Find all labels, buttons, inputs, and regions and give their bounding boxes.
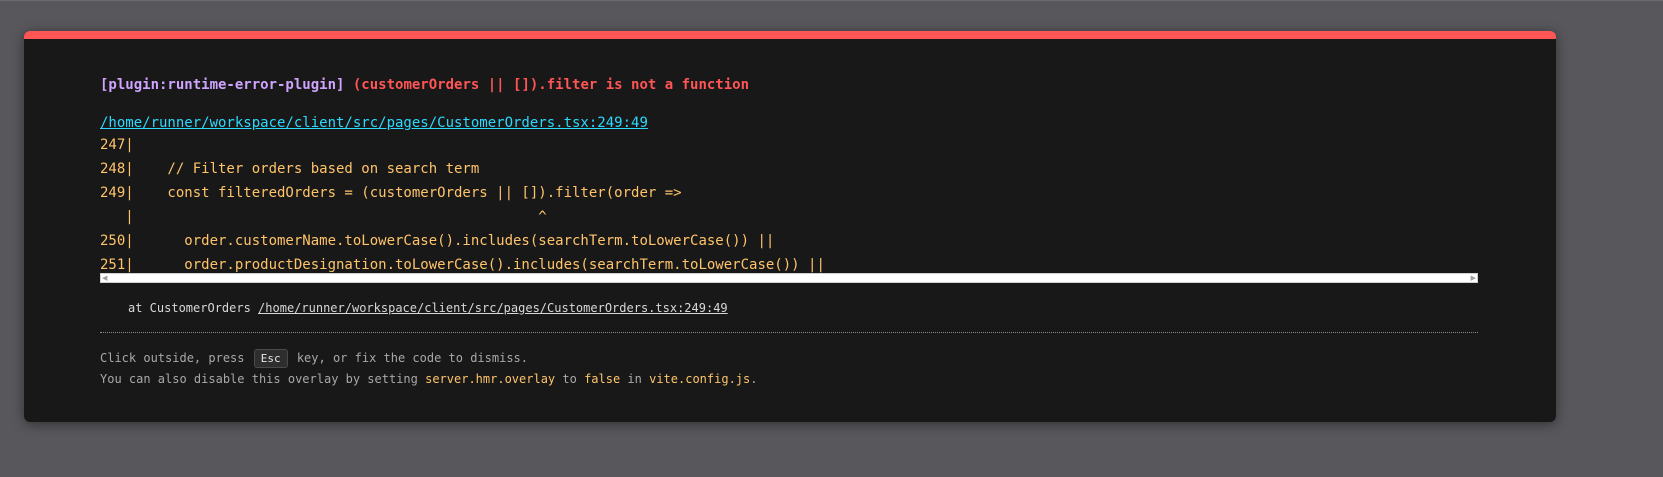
code-line-250: 250| order.customerName.toLowerCase().in… [100,233,775,249]
hmr-setting-code: server.hmr.overlay [425,372,556,386]
stack-prefix: at CustomerOrders [128,301,259,315]
code-line-248: 248| // Filter orders based on search te… [100,161,480,177]
stack-trace: at CustomerOrders /home/runner/workspace… [128,301,728,315]
divider [100,332,1478,333]
dismiss-tip-text-b: key, or fix the code to dismiss. [289,351,529,365]
code-line-249: 249| const filteredOrders = (customerOrd… [100,185,682,201]
code-line-caret: | ^ [100,209,547,225]
disable-tip-text-c: in [620,372,650,386]
code-line-247: 247| [100,137,134,153]
config-file-code: vite.config.js [649,372,751,386]
esc-key-badge: Esc [253,349,288,368]
code-frame-scrollbar[interactable]: ◀ ▶ [100,273,1478,283]
scroll-left-arrow-icon[interactable]: ◀ [102,274,107,282]
disable-tip-text-b: to [555,372,585,386]
code-frame: 247| 248| // Filter orders based on sear… [100,133,1478,277]
stack-file-link[interactable]: /home/runner/workspace/client/src/pages/… [258,301,728,315]
disable-tip-text-a: You can also disable this overlay by set… [100,372,426,386]
false-value-code: false [584,372,621,386]
disable-overlay-tip: You can also disable this overlay by set… [100,372,757,386]
dismiss-tip: Click outside, press Esc key, or fix the… [100,349,528,368]
error-message: [plugin:runtime-error-plugin] (customerO… [100,77,749,93]
disable-tip-text-d: . [750,372,758,386]
dismiss-tip-text-a: Click outside, press [100,351,252,365]
backdrop-top-border [0,0,1663,1]
error-text: (customerOrders || []).filter is not a f… [352,77,750,93]
error-file-link[interactable]: /home/runner/workspace/client/src/pages/… [100,115,648,131]
plugin-name: [plugin:runtime-error-plugin] [100,77,345,93]
error-overlay: [plugin:runtime-error-plugin] (customerO… [24,31,1556,422]
scroll-right-arrow-icon[interactable]: ▶ [1471,274,1476,282]
